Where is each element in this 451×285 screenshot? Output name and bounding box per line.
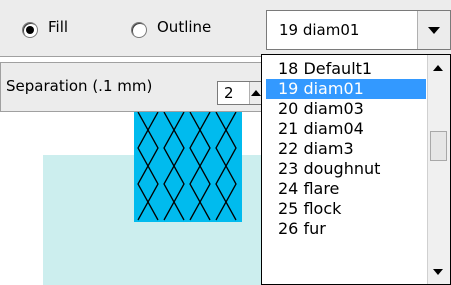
chevron-down-icon (428, 26, 440, 34)
pattern-select-value: 19 diam01 (279, 21, 360, 39)
list-item[interactable]: 21 diam04 (266, 119, 426, 139)
list-item[interactable]: 26 fur (266, 219, 426, 239)
scroll-up-button[interactable] (433, 65, 443, 71)
list-item[interactable]: 22 diam3 (266, 139, 426, 159)
pattern-preview (134, 111, 242, 222)
pattern-dropdown-list[interactable]: 18 Default1 19 diam01 20 diam03 21 diam0… (261, 54, 451, 285)
dropdown-button[interactable] (417, 11, 450, 49)
fill-label[interactable]: Fill (48, 18, 68, 36)
scroll-down-icon (433, 269, 443, 275)
pattern-select[interactable]: 19 diam01 (266, 10, 451, 50)
diamond-pattern-graphic (137, 111, 237, 221)
spin-up-icon (251, 90, 261, 96)
scrollbar-thumb[interactable] (430, 131, 447, 161)
separation-value[interactable]: 2 (224, 84, 234, 102)
scroll-up-icon (433, 65, 443, 71)
list-item-selected[interactable]: 19 diam01 (266, 79, 426, 99)
radio-fill[interactable] (22, 22, 38, 38)
list-item[interactable]: 24 flare (266, 179, 426, 199)
options-bar: Fill Outline 19 diam01 (0, 0, 451, 57)
separation-stepper[interactable]: 2 (217, 81, 263, 105)
outline-label[interactable]: Outline (157, 18, 211, 36)
list-item[interactable]: 23 doughnut (266, 159, 426, 179)
radio-outline[interactable] (131, 22, 147, 38)
list-scrollbar[interactable] (427, 55, 450, 284)
list-item[interactable]: 20 diam03 (266, 99, 426, 119)
list-item[interactable]: 18 Default1 (266, 59, 426, 79)
separation-label: Separation (.1 mm) (6, 77, 153, 95)
scroll-down-button[interactable] (433, 269, 443, 275)
list-item[interactable]: 25 flock (266, 199, 426, 219)
radio-checked-icon (26, 26, 34, 34)
